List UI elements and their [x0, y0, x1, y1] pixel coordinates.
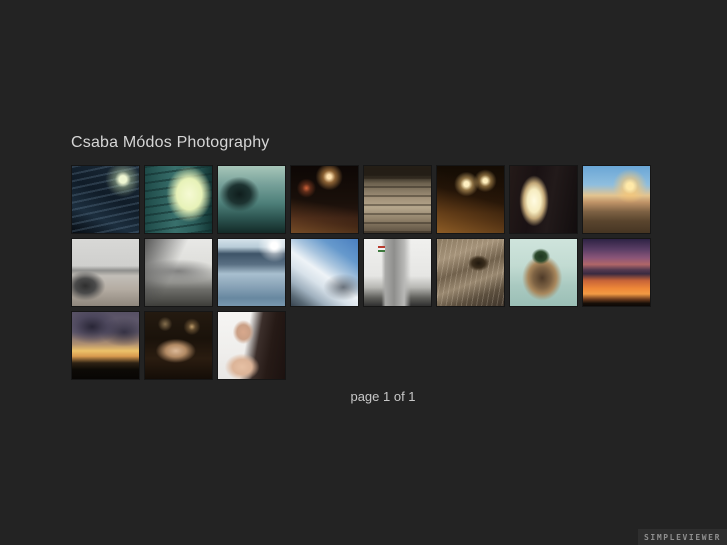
thumbnail-stone-steps[interactable]: [363, 165, 432, 234]
thumbnail-teal-tunnel[interactable]: [217, 165, 286, 234]
thumbnail-winter-pier[interactable]: [144, 238, 213, 307]
thumbnail-bright-archway[interactable]: [509, 165, 578, 234]
thumbnail-night-model[interactable]: [144, 311, 213, 380]
simpleviewer-badge-label: SIMPLEVIEWER: [644, 532, 721, 542]
thumbnail-sunset-trees[interactable]: [71, 311, 140, 380]
thumbnail-grid: [71, 165, 651, 380]
thumbnail-snowy-mountains[interactable]: [290, 238, 359, 307]
paging-status: page 1 of 1: [350, 389, 416, 404]
thumbnail-duck-takeoff[interactable]: [436, 238, 505, 307]
thumbnail-winter-bench[interactable]: [71, 238, 140, 307]
thumbnail-sunset-clouds[interactable]: [582, 238, 651, 307]
thumbnail-winter-trees[interactable]: [217, 238, 286, 307]
thumbnail-lamplit-path[interactable]: [436, 165, 505, 234]
simpleviewer-badge[interactable]: SIMPLEVIEWER: [638, 529, 727, 545]
gallery-title: Csaba Módos Photography: [71, 134, 270, 151]
thumbnail-castle-ruin-flag[interactable]: [363, 238, 432, 307]
thumbnail-bridge-sunset[interactable]: [582, 165, 651, 234]
thumbnail-barred-window[interactable]: [144, 165, 213, 234]
thumbnail-mallard-wings[interactable]: [509, 238, 578, 307]
thumbnail-night-street[interactable]: [290, 165, 359, 234]
thumbnail-studio-portrait[interactable]: [217, 311, 286, 380]
thumbnail-night-stairs[interactable]: [71, 165, 140, 234]
gallery-stage: Csaba Módos Photography page 1 of 1 SIMP…: [0, 0, 727, 545]
